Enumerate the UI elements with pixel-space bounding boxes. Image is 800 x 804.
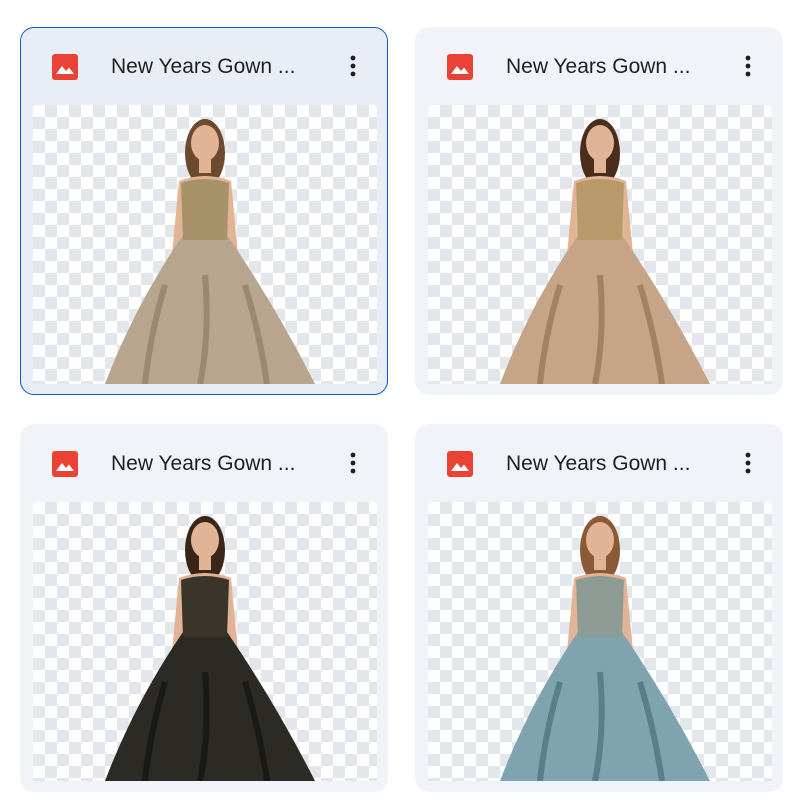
file-thumbnail xyxy=(33,502,377,781)
more-vert-icon xyxy=(745,452,751,474)
more-vert-icon xyxy=(350,452,356,474)
file-card-header: New Years Gown ... xyxy=(416,28,782,104)
gown-figure xyxy=(500,119,710,384)
more-actions-button[interactable] xyxy=(335,445,371,481)
image-file-icon xyxy=(52,451,78,477)
gown-face xyxy=(586,125,614,161)
image-file-icon xyxy=(447,451,473,477)
gown-bodice xyxy=(181,576,229,637)
file-card[interactable]: New Years Gown ... xyxy=(20,424,388,792)
file-thumbnail xyxy=(428,502,772,781)
file-name: New Years Gown ... xyxy=(506,55,691,78)
file-thumbnail xyxy=(428,105,772,384)
file-grid: New Years Gown ... New Years Gown ... Ne… xyxy=(0,0,800,804)
more-vert-icon xyxy=(745,55,751,77)
gown-figure xyxy=(500,516,710,781)
file-card[interactable]: New Years Gown ... xyxy=(415,27,783,395)
gown-bodice xyxy=(576,179,624,240)
gown-skirt xyxy=(105,632,315,781)
more-actions-button[interactable] xyxy=(730,48,766,84)
file-card[interactable]: New Years Gown ... xyxy=(415,424,783,792)
file-name: New Years Gown ... xyxy=(111,452,296,475)
gown-figure xyxy=(105,516,315,781)
file-card-header: New Years Gown ... xyxy=(21,425,387,501)
gown-face xyxy=(586,522,614,558)
image-file-icon xyxy=(52,54,78,80)
file-name: New Years Gown ... xyxy=(111,55,296,78)
file-card-header: New Years Gown ... xyxy=(21,28,387,104)
gown-skirt xyxy=(500,632,710,781)
gown-skirt xyxy=(500,235,710,384)
image-file-icon xyxy=(447,54,473,80)
gown-skirt xyxy=(105,235,315,384)
file-thumbnail xyxy=(33,105,377,384)
file-card-header: New Years Gown ... xyxy=(416,425,782,501)
more-actions-button[interactable] xyxy=(335,48,371,84)
more-vert-icon xyxy=(350,55,356,77)
file-name: New Years Gown ... xyxy=(506,452,691,475)
file-card[interactable]: New Years Gown ... xyxy=(20,27,388,395)
gown-bodice xyxy=(181,179,229,240)
gown-face xyxy=(191,522,219,558)
more-actions-button[interactable] xyxy=(730,445,766,481)
gown-figure xyxy=(105,119,315,384)
gown-face xyxy=(191,125,219,161)
gown-bodice xyxy=(576,576,624,637)
